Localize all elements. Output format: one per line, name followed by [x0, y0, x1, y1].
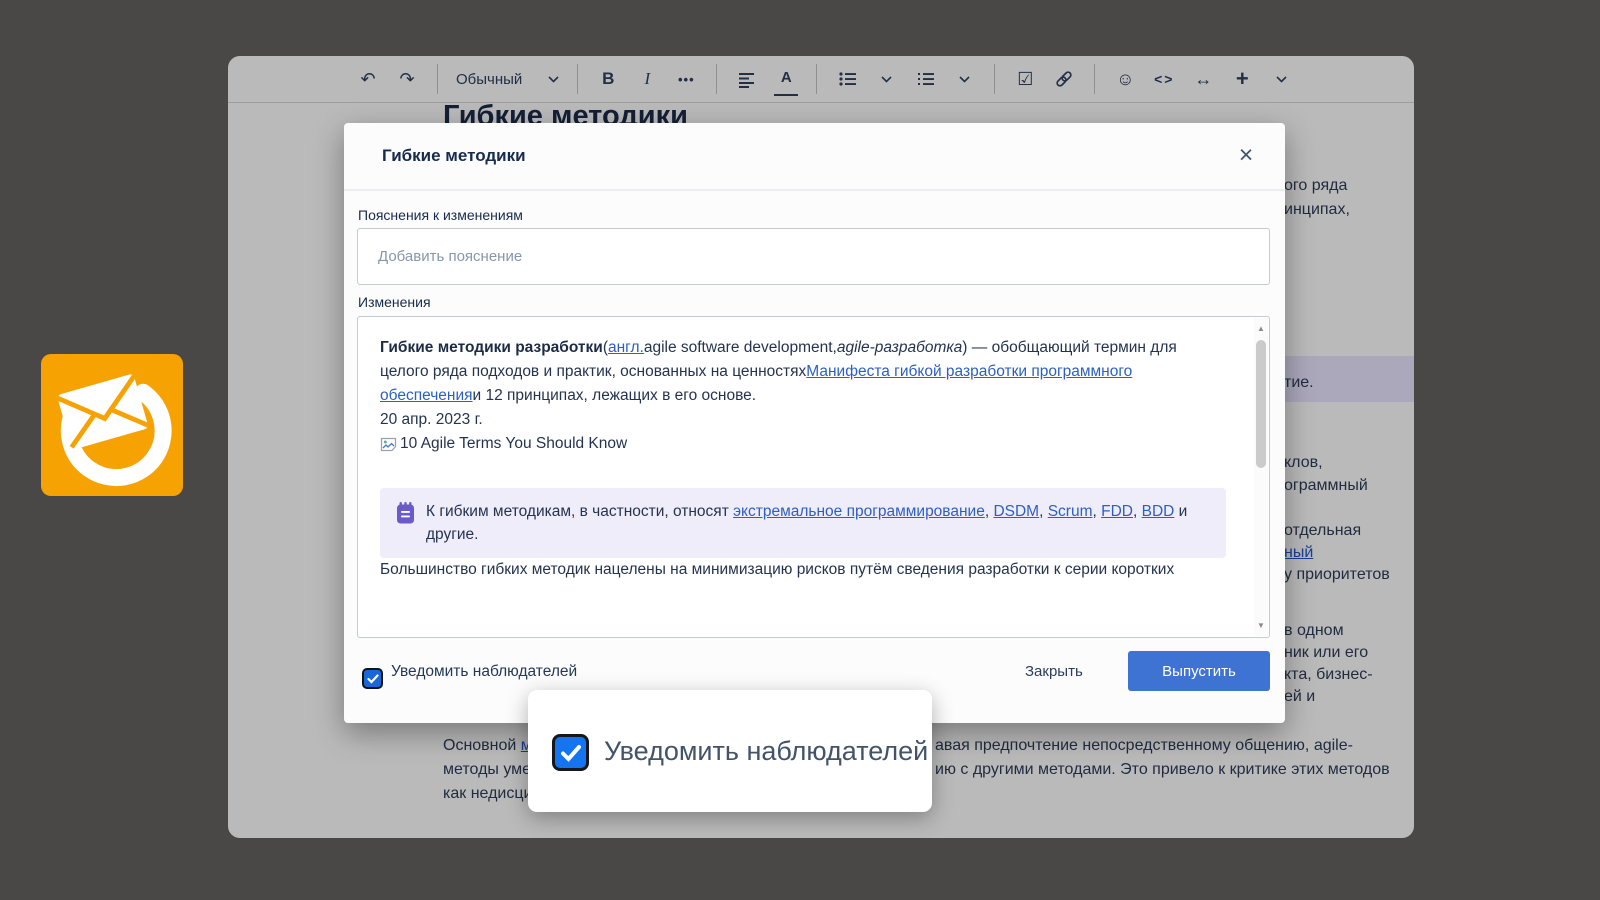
notepad-icon	[395, 501, 416, 526]
intro-bold-text: Гибкие методики разработки	[380, 339, 603, 356]
mail-swirl-logo	[41, 354, 183, 496]
mail-swirl-icon	[41, 354, 183, 496]
comment-input[interactable]	[357, 228, 1270, 285]
dialog-title: Гибкие методики	[382, 146, 526, 166]
broken-image-line: 10 Agile Terms You Should Know	[380, 432, 1217, 456]
changes-content: Гибкие методики разработки(англ.agile so…	[358, 317, 1269, 582]
panel-text: ,	[1133, 503, 1142, 520]
notify-watchers-label-zoomed: Уведомить наблюдателей	[604, 736, 928, 767]
dialog-header: Гибкие методики ×	[344, 123, 1285, 191]
lang-link[interactable]: англ.	[608, 339, 644, 356]
magnifier-popup: Уведомить наблюдателей	[528, 690, 932, 812]
checkmark-icon	[560, 744, 582, 762]
comment-label: Пояснения к изменениям	[358, 207, 523, 223]
panel-text: К гибким методикам, в частности, относят	[426, 503, 733, 520]
changes-preview: Гибкие методики разработки(англ.agile so…	[357, 316, 1270, 638]
intro-paragraph: Гибкие методики разработки(англ.agile so…	[380, 336, 1217, 408]
panel-text: ,	[1039, 503, 1048, 520]
scrum-link[interactable]: Scrum	[1048, 503, 1093, 520]
changes-scrollbar[interactable]: ▲ ▼	[1254, 318, 1268, 636]
scroll-down-arrow[interactable]: ▼	[1254, 621, 1268, 630]
dsdm-link[interactable]: DSDM	[993, 503, 1039, 520]
checkmark-icon	[367, 674, 379, 684]
publish-dialog: Гибкие методики × Пояснения к изменениям…	[344, 123, 1285, 723]
clipped-paragraph: Большинство гибких методик нацелены на м…	[380, 558, 1217, 582]
close-icon[interactable]: ×	[1229, 138, 1263, 172]
scroll-up-arrow[interactable]: ▲	[1254, 324, 1268, 333]
date-text: 20 апр. 2023 г.	[380, 408, 1217, 432]
publish-button[interactable]: Выпустить	[1128, 651, 1270, 691]
bdd-link[interactable]: BDD	[1142, 503, 1175, 520]
info-panel: К гибким методикам, в частности, относят…	[380, 488, 1226, 558]
image-alt-text: 10 Agile Terms You Should Know	[400, 432, 627, 456]
broken-image-icon	[380, 437, 397, 452]
xp-link[interactable]: экстремальное программирование	[733, 503, 985, 520]
intro-italic-text: agile-разработка	[837, 339, 962, 356]
notify-watchers-checkbox[interactable]	[364, 670, 381, 687]
intro-text: и 12 принципах, лежащих в его основе.	[473, 387, 757, 404]
changes-label: Изменения	[358, 294, 431, 310]
fdd-link[interactable]: FDD	[1101, 503, 1133, 520]
notify-watchers-checkbox-zoomed[interactable]	[555, 737, 586, 768]
panel-text: ,	[1093, 503, 1102, 520]
notify-watchers-label: Уведомить наблюдателей	[391, 663, 577, 681]
scrollbar-thumb[interactable]	[1256, 340, 1266, 468]
intro-text: agile software development,	[644, 339, 837, 356]
close-button[interactable]: Закрыть	[1025, 663, 1083, 680]
